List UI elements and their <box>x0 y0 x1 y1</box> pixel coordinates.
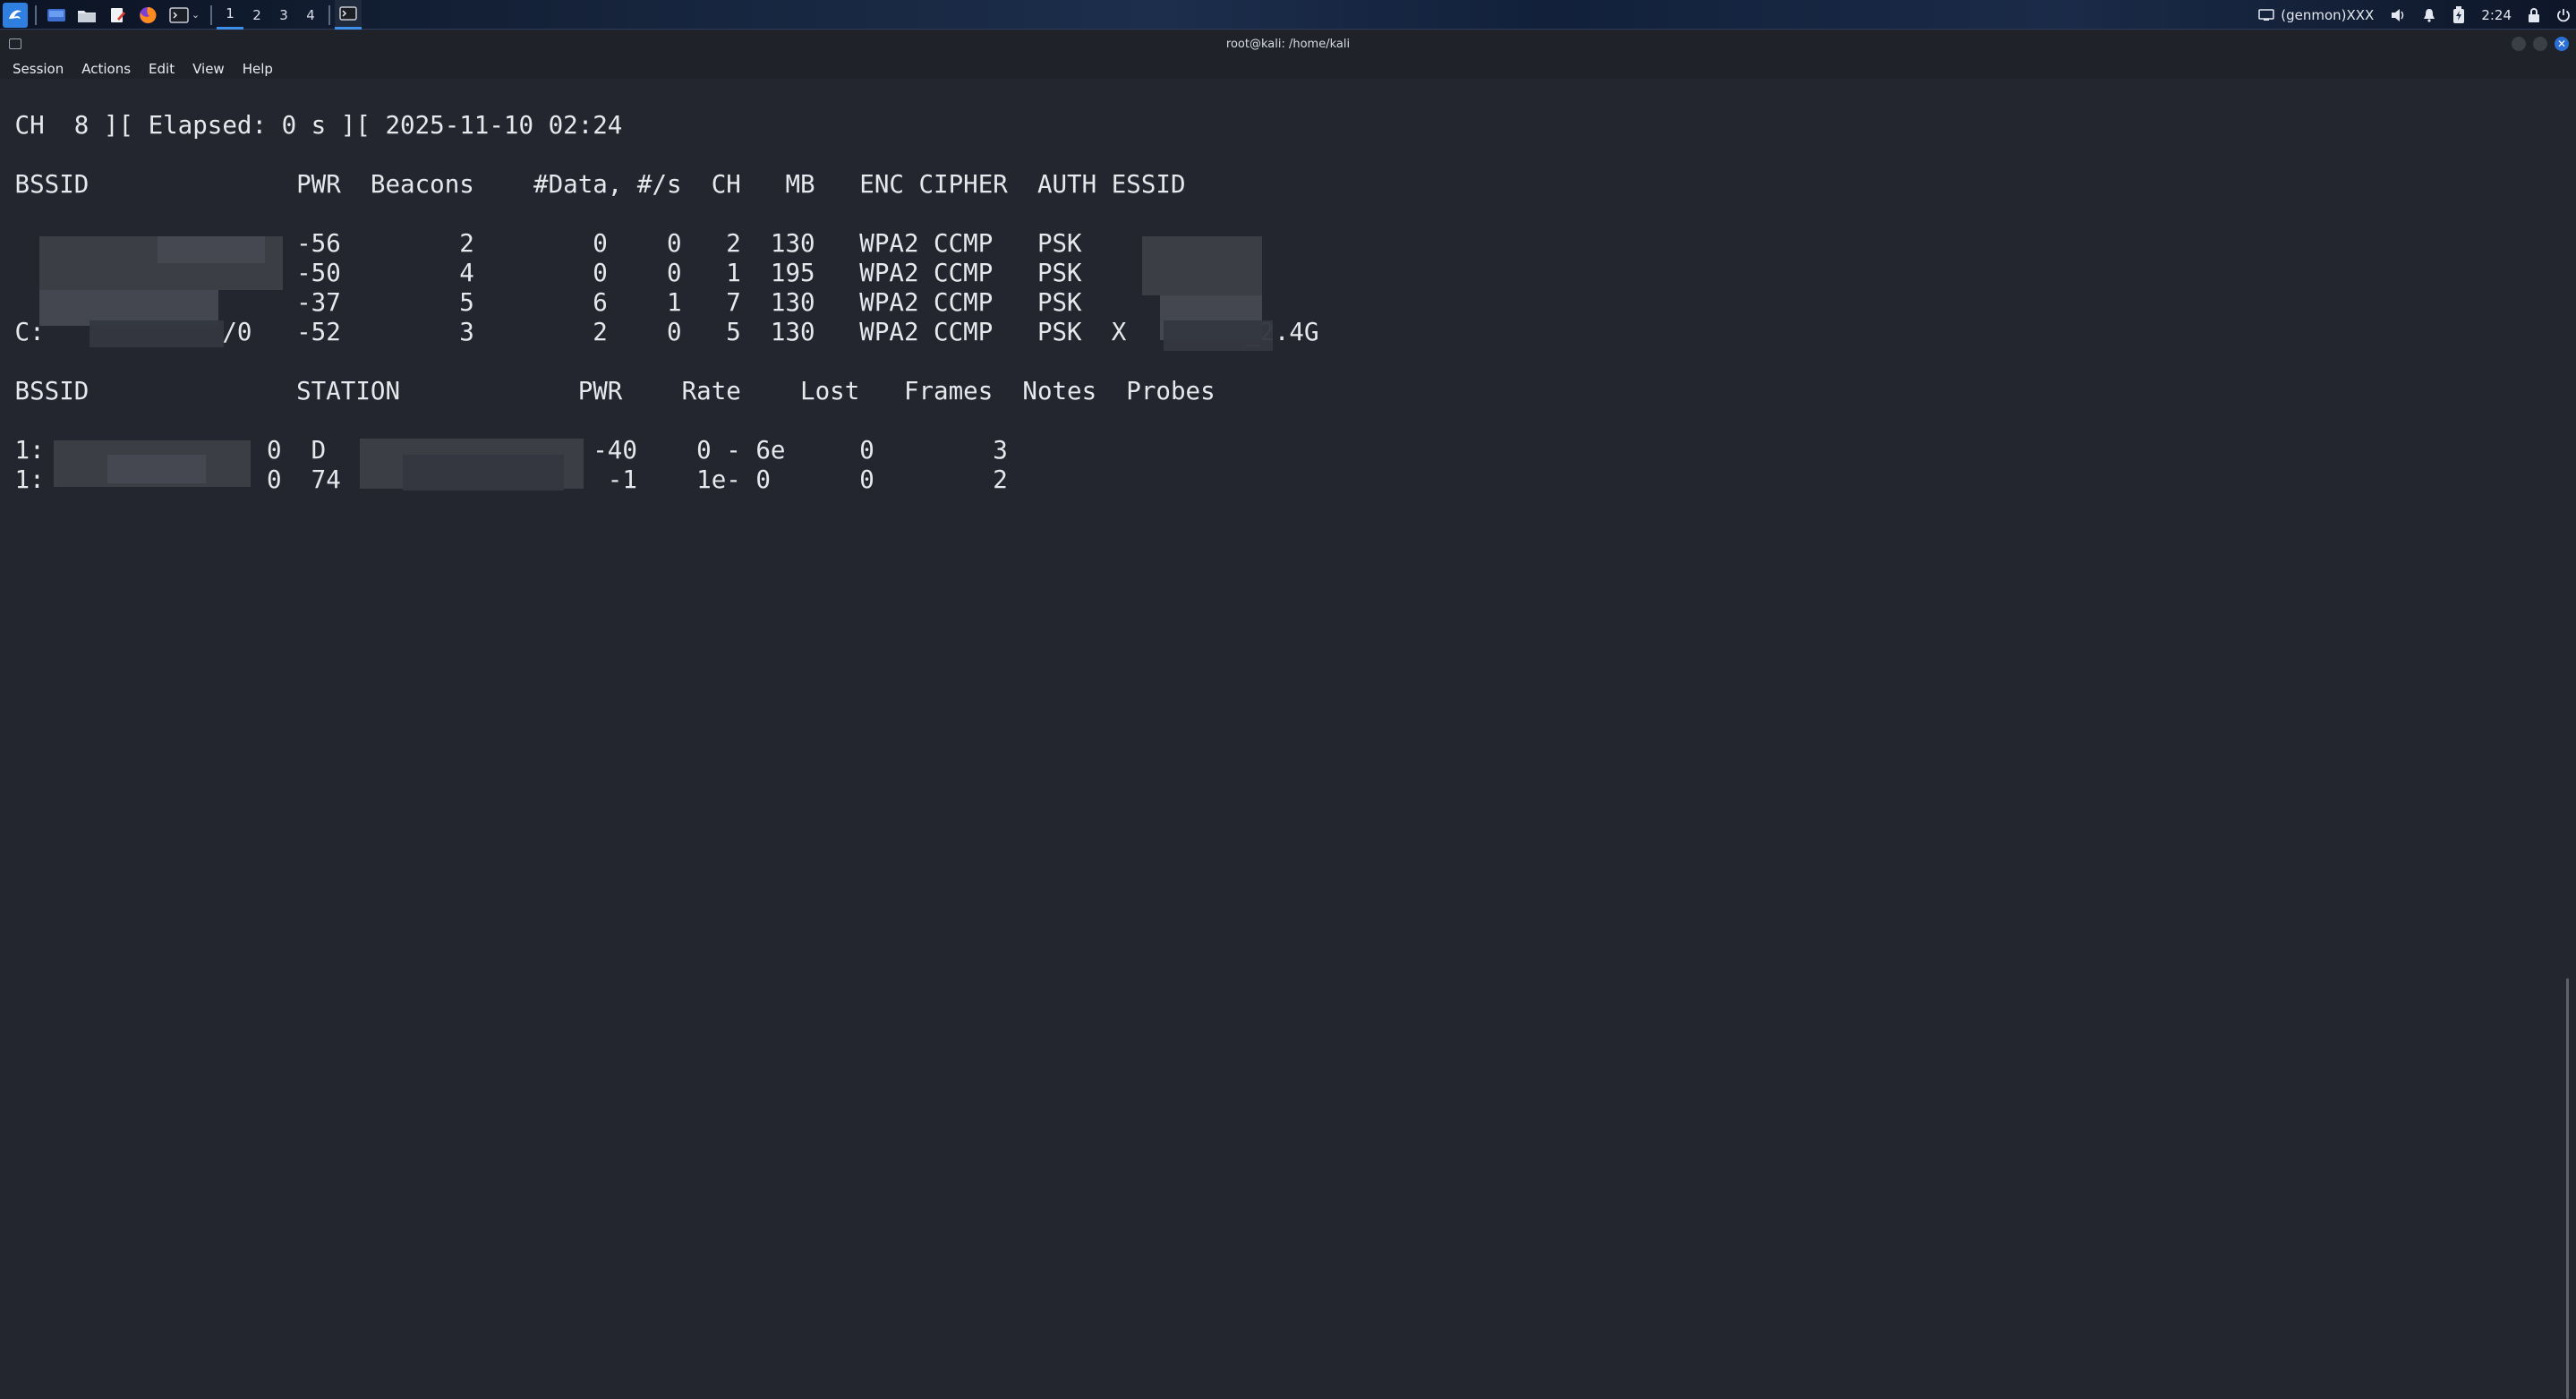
text-editor-button[interactable] <box>104 2 131 29</box>
close-icon: ✕ <box>2556 38 2567 50</box>
firefox-button[interactable] <box>134 2 161 29</box>
clock-time: 2:24 <box>2481 6 2512 23</box>
menu-bar: Session Actions Edit View Help <box>0 59 2576 79</box>
terminal-icon <box>169 6 189 23</box>
menu-help[interactable]: Help <box>243 61 273 77</box>
workspace-3[interactable]: 3 <box>270 0 297 30</box>
redaction-mask <box>1164 320 1273 351</box>
menu-session[interactable]: Session <box>13 61 64 77</box>
panel-launchers: ⌄ 1 2 3 4 <box>0 0 362 30</box>
redaction-mask <box>158 236 265 263</box>
chevron-down-icon[interactable]: ⌄ <box>192 9 200 21</box>
power-manager-button[interactable] <box>2452 5 2465 24</box>
panel-separator <box>210 4 212 25</box>
bell-icon <box>2424 8 2435 22</box>
notifications-button[interactable] <box>2422 8 2436 22</box>
menu-edit[interactable]: Edit <box>149 61 175 77</box>
terminal-launcher-button[interactable]: ⌄ <box>165 2 204 29</box>
status-line: CH 8 ][ Elapsed: 0 s ][ 2025-11-10 02:24 <box>0 111 623 140</box>
ap-table-header: BSSID PWR Beacons #Data, #/s CH MB ENC C… <box>0 170 1186 199</box>
redaction-mask <box>90 320 224 347</box>
taskbar-terminal-window[interactable] <box>335 0 362 30</box>
system-tray: (genmon)XXX 2:24 <box>2250 0 2576 30</box>
folder-icon <box>78 10 96 22</box>
menu-actions[interactable]: Actions <box>81 61 131 77</box>
lock-screen-button[interactable] <box>2528 7 2540 22</box>
station-table-header: BSSID STATION PWR Rate Lost Frames Notes… <box>0 377 1215 405</box>
terminal-icon <box>339 6 357 21</box>
genmon-plugin[interactable]: (genmon)XXX <box>2258 7 2374 23</box>
workspace-1[interactable]: 1 <box>217 0 243 30</box>
redaction-mask <box>403 455 564 491</box>
genmon-label: (genmon)XXX <box>2281 6 2375 23</box>
firefox-icon <box>140 6 157 23</box>
panel-separator <box>328 4 330 25</box>
clock[interactable]: 2:24 <box>2481 7 2512 23</box>
workspace-2[interactable]: 2 <box>243 0 270 30</box>
window-controls: ✕ <box>2504 37 2569 51</box>
close-button[interactable]: ✕ <box>2555 37 2569 51</box>
redaction-mask <box>107 455 206 483</box>
top-panel: ⌄ 1 2 3 4 (genmon)XXX 2:24 <box>0 0 2576 30</box>
maximize-button[interactable] <box>2533 37 2547 51</box>
terminal-output[interactable]: CH 8 ][ Elapsed: 0 s ][ 2025-11-10 02:24… <box>0 79 2576 1399</box>
power-icon <box>2557 8 2570 21</box>
panel-separator <box>35 4 37 25</box>
kali-menu-button[interactable] <box>2 2 29 29</box>
lock-icon <box>2529 7 2539 22</box>
volume-icon <box>2392 8 2404 21</box>
menu-view[interactable]: View <box>192 61 225 77</box>
file-manager-button[interactable] <box>73 2 100 29</box>
battery-charging-icon <box>2453 5 2465 23</box>
text-editor-icon <box>111 7 125 22</box>
redaction-mask <box>1142 236 1262 295</box>
workspace-4[interactable]: 4 <box>297 0 324 30</box>
window-title: root@kali: /home/kali <box>1225 38 1351 51</box>
monitor-icon <box>2258 8 2274 21</box>
volume-button[interactable] <box>2390 8 2406 22</box>
show-desktop-button[interactable] <box>43 2 70 29</box>
desktop-icon <box>47 8 65 21</box>
kali-dragon-icon <box>3 2 28 28</box>
window-titlebar[interactable]: root@kali: /home/kali ✕ <box>0 30 2576 59</box>
logout-button[interactable] <box>2556 8 2571 22</box>
terminal-scrollbar[interactable] <box>2566 978 2569 1399</box>
minimize-button[interactable] <box>2512 37 2526 51</box>
